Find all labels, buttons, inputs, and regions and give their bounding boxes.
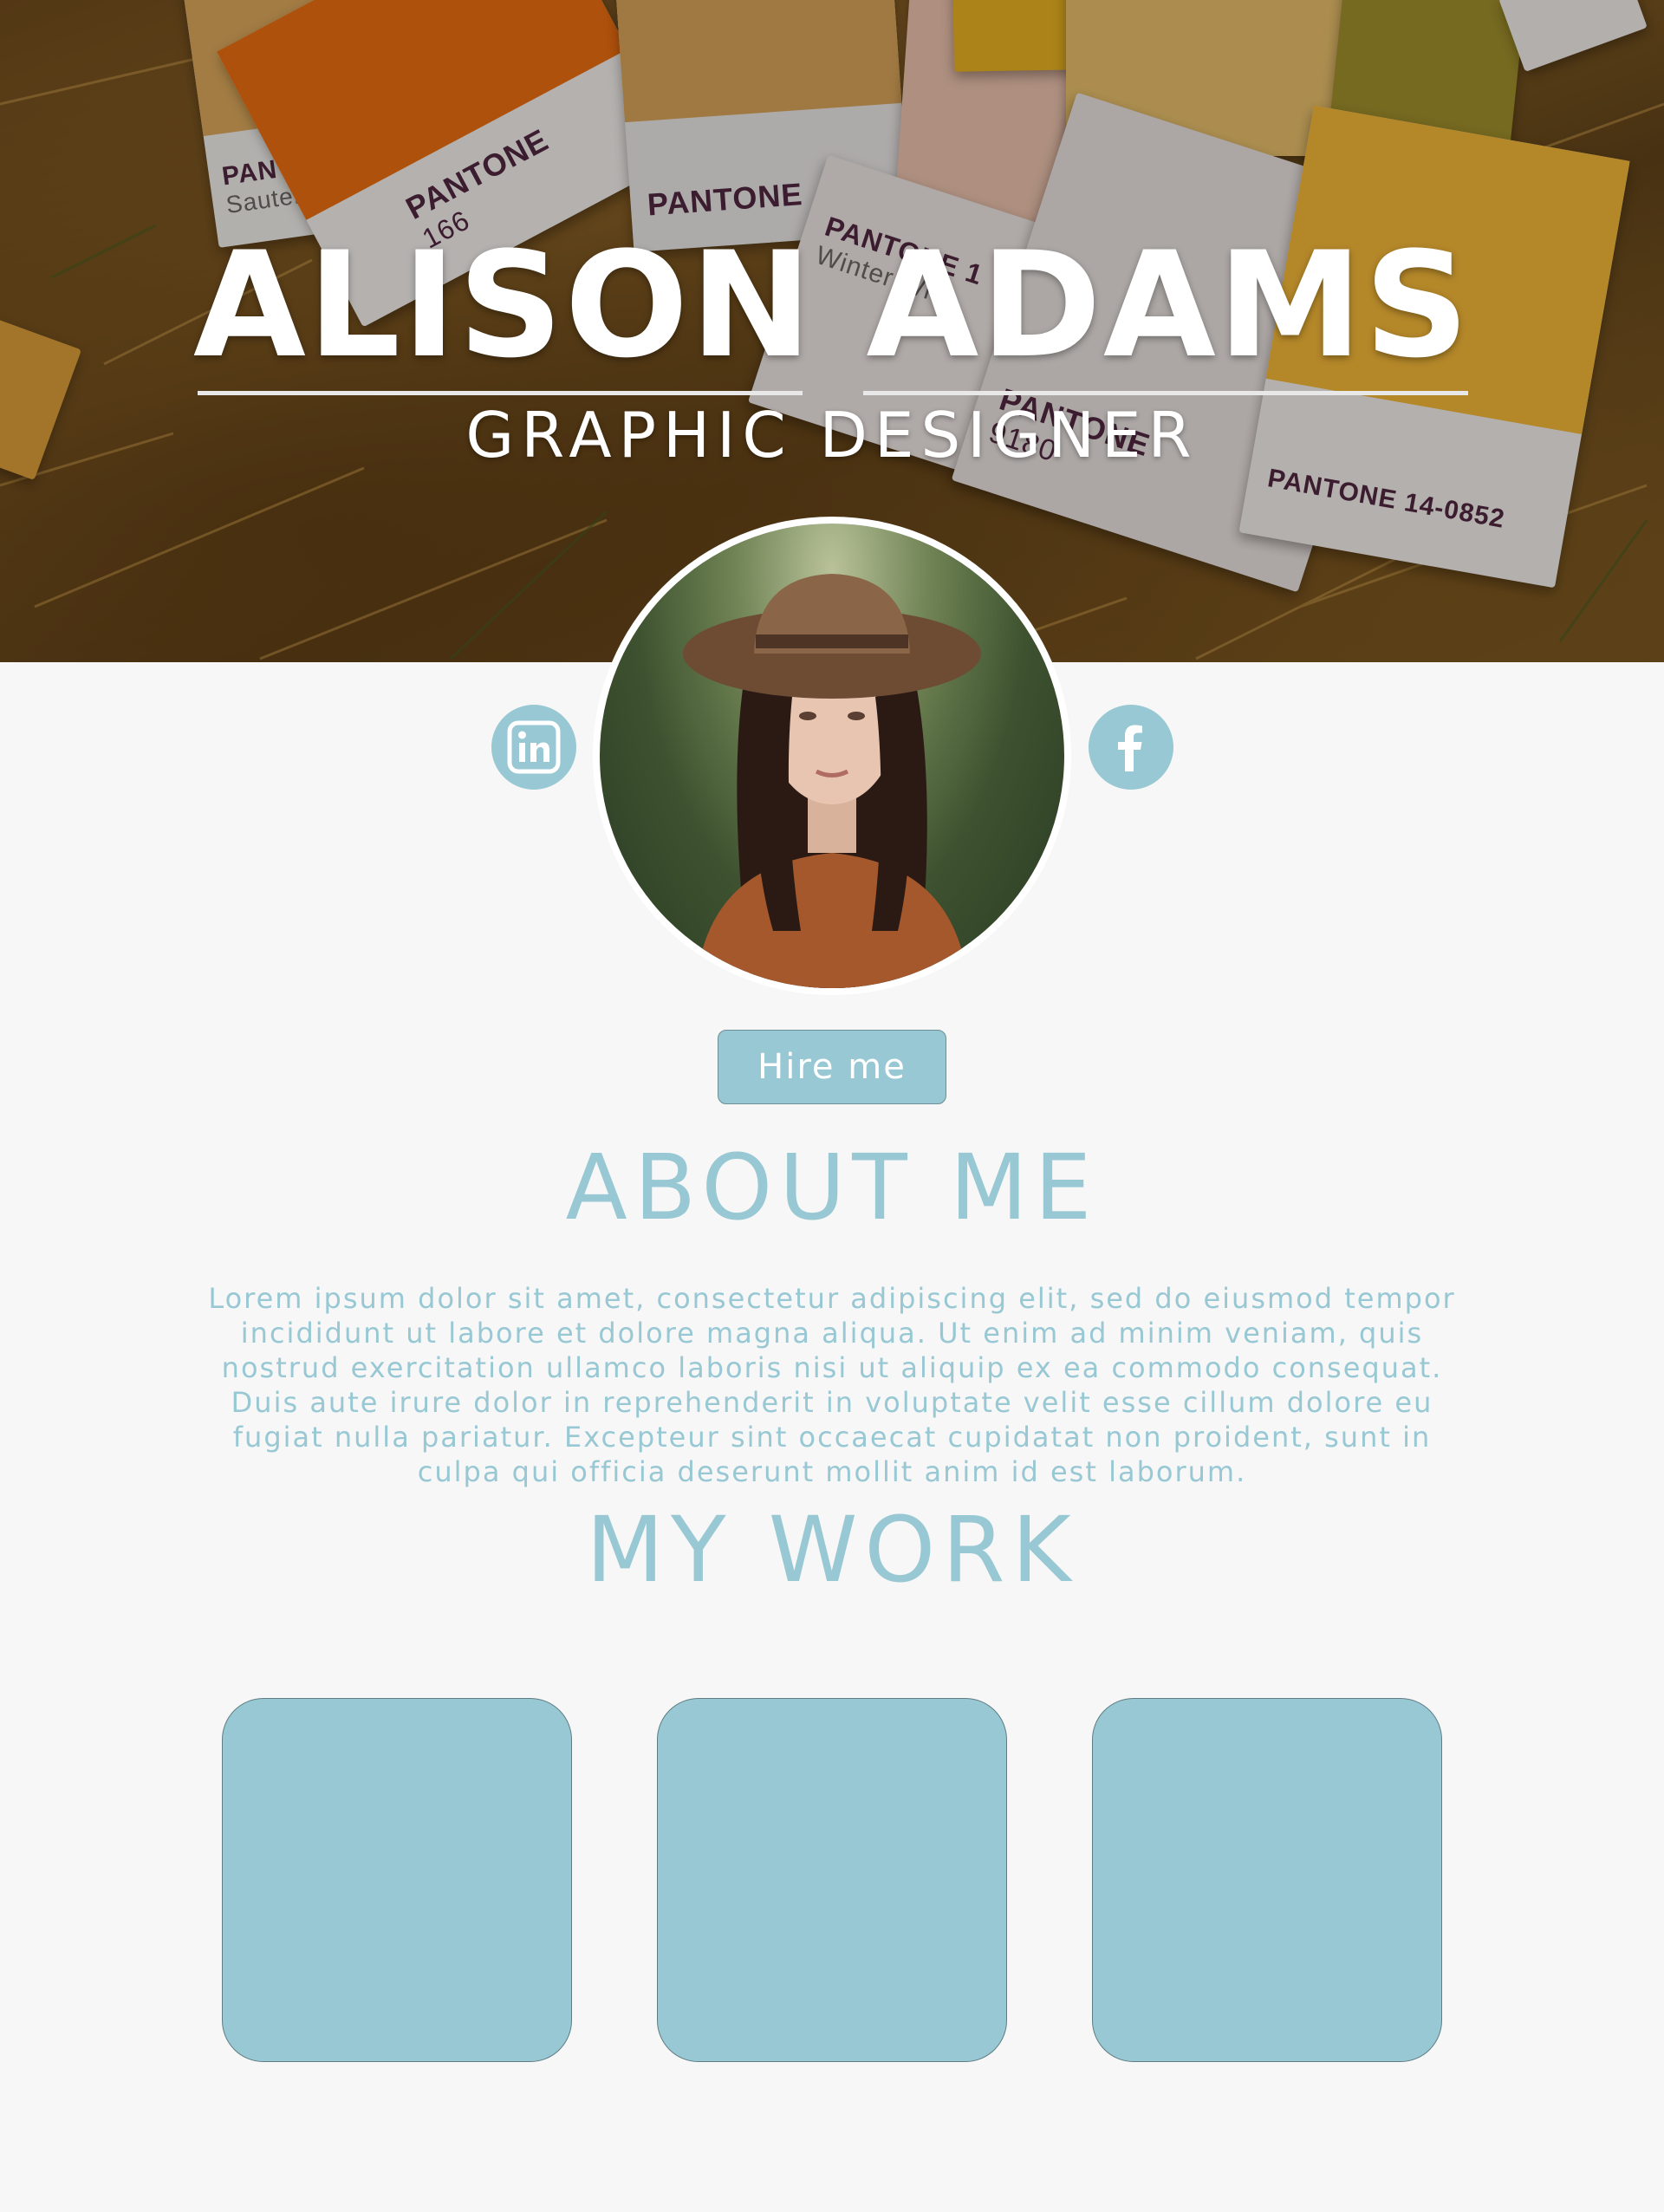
portrait-illustration — [683, 574, 981, 988]
linkedin-icon — [507, 720, 561, 774]
hero-name: ALISON ADAMS — [192, 220, 1472, 390]
work-title: MY WORK — [586, 1497, 1078, 1603]
about-line: Duis aute irure dolor in reprehenderit i… — [231, 1386, 1433, 1419]
work-tile-2[interactable] — [657, 1698, 1007, 2062]
linkedin-button[interactable] — [491, 705, 576, 790]
facebook-button[interactable] — [1089, 705, 1173, 790]
hire-me-button[interactable]: Hire me — [718, 1030, 946, 1104]
hero-job-title: GRAPHIC DESIGNER — [465, 399, 1199, 472]
about-title: ABOUT ME — [565, 1135, 1099, 1240]
about-line: fugiat nulla pariatur. Excepteur sint oc… — [232, 1421, 1432, 1454]
about-line: culpa qui officia deserunt mollit anim i… — [417, 1455, 1247, 1488]
about-line: nostrud exercitation ullamco laboris nis… — [221, 1351, 1443, 1384]
about-paragraph: Lorem ipsum dolor sit amet, consectetur … — [182, 1281, 1482, 1489]
hero-divider-right — [863, 391, 1468, 395]
facebook-icon — [1118, 725, 1142, 771]
work-tile-1[interactable] — [222, 1698, 572, 2062]
hero-divider-left — [198, 391, 803, 395]
avatar — [593, 517, 1071, 995]
about-line: incididunt ut labore et dolore magna ali… — [240, 1317, 1424, 1350]
about-line: Lorem ipsum dolor sit amet, consectetur … — [208, 1282, 1456, 1315]
portrait-photo — [600, 524, 1064, 988]
work-tile-3[interactable] — [1092, 1698, 1442, 2062]
